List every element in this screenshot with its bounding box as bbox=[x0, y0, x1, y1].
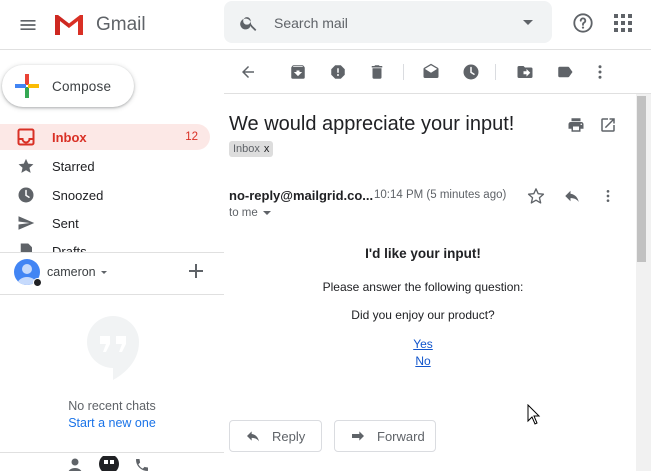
forward-icon bbox=[349, 427, 367, 445]
sidebar-item-sent[interactable]: Sent bbox=[0, 210, 210, 236]
search-bar[interactable] bbox=[224, 1, 552, 43]
archive-icon[interactable] bbox=[288, 62, 308, 82]
hangouts-user-switcher[interactable]: cameron bbox=[14, 258, 214, 286]
sidebar-item-label: Inbox bbox=[52, 129, 87, 145]
divider bbox=[0, 252, 224, 253]
add-icon[interactable] bbox=[188, 263, 204, 279]
print-icon[interactable] bbox=[566, 115, 586, 135]
gmail-logo-text: Gmail bbox=[96, 14, 146, 35]
forward-label: Forward bbox=[377, 428, 425, 444]
remove-label-button[interactable]: x bbox=[264, 143, 270, 155]
sidebar-item-label: Snoozed bbox=[52, 187, 104, 203]
draft-icon bbox=[17, 242, 35, 252]
no-chats-text: No recent chats bbox=[68, 399, 156, 413]
no-link[interactable]: No bbox=[415, 354, 430, 368]
answer-yes-link: Yes bbox=[229, 337, 617, 351]
gmail-logo[interactable]: Gmail bbox=[52, 7, 146, 43]
divider bbox=[0, 294, 224, 295]
unread-count: 12 bbox=[185, 131, 198, 143]
move-to-icon[interactable] bbox=[515, 62, 535, 82]
toolbar-separator bbox=[403, 64, 404, 80]
plus-icon bbox=[14, 73, 40, 99]
divider bbox=[0, 452, 224, 453]
email-body-question: Did you enjoy our product? bbox=[351, 308, 495, 322]
back-arrow-icon[interactable] bbox=[238, 62, 258, 82]
send-icon bbox=[17, 214, 35, 232]
chevron-down-icon bbox=[99, 267, 109, 277]
sidebar-item-snoozed[interactable]: Snoozed bbox=[0, 182, 210, 208]
phone-icon[interactable] bbox=[133, 458, 151, 471]
sidebar-item-label: Drafts bbox=[52, 243, 87, 253]
search-input[interactable] bbox=[274, 12, 514, 34]
open-in-new-window-icon[interactable] bbox=[598, 115, 618, 135]
label-chip[interactable]: Inbox x bbox=[229, 141, 274, 157]
more-vert-icon[interactable] bbox=[590, 62, 610, 82]
help-icon[interactable] bbox=[570, 10, 596, 36]
chevron-down-icon[interactable] bbox=[262, 208, 272, 218]
compose-label: Compose bbox=[52, 78, 112, 94]
sidebar-item-starred[interactable]: Starred bbox=[0, 153, 210, 179]
sidebar-item-label: Starred bbox=[52, 158, 95, 174]
answer-no-link: No bbox=[229, 354, 617, 368]
labels-icon[interactable] bbox=[555, 62, 575, 82]
recipient-details[interactable]: to me bbox=[229, 207, 272, 219]
forward-button[interactable]: Forward bbox=[334, 420, 436, 452]
sidebar-nav: Inbox 12 Starred Snoozed Sent Drafts bbox=[0, 120, 224, 252]
hangouts-user-name: cameron bbox=[47, 265, 96, 279]
search-icon[interactable] bbox=[238, 12, 260, 34]
label-chip-text: Inbox bbox=[233, 143, 260, 155]
mark-unread-icon[interactable] bbox=[421, 62, 441, 82]
report-spam-icon[interactable] bbox=[328, 62, 348, 82]
snooze-icon[interactable] bbox=[461, 62, 481, 82]
reply-button[interactable]: Reply bbox=[229, 420, 322, 452]
recipient-text: to me bbox=[229, 207, 258, 219]
status-dot-icon bbox=[33, 278, 42, 287]
gmail-logo-icon bbox=[52, 12, 86, 38]
scrollbar-thumb[interactable] bbox=[637, 96, 646, 262]
divider bbox=[224, 93, 651, 94]
inbox-icon bbox=[17, 128, 35, 146]
hangouts-icon[interactable] bbox=[98, 456, 120, 471]
delete-icon[interactable] bbox=[367, 62, 387, 82]
sidebar-item-label: Sent bbox=[52, 215, 79, 231]
clock-icon bbox=[17, 186, 35, 204]
start-chat-link[interactable]: Start a new one bbox=[0, 416, 224, 430]
mouse-cursor-icon bbox=[527, 404, 541, 426]
apps-grid-icon[interactable] bbox=[610, 10, 636, 36]
sender-address: no-reply@mailgrid.co... bbox=[229, 188, 373, 203]
yes-link[interactable]: Yes bbox=[413, 337, 433, 351]
person-icon[interactable] bbox=[66, 458, 84, 471]
sender-name: no-reply@mailgrid.co... bbox=[229, 188, 374, 203]
reply-icon[interactable] bbox=[561, 186, 583, 206]
email-body-text: Please answer the following question: bbox=[322, 280, 524, 294]
reply-icon bbox=[244, 427, 262, 445]
star-icon bbox=[17, 157, 35, 175]
chat-bubble-icon bbox=[85, 314, 141, 380]
menu-icon[interactable] bbox=[12, 9, 44, 41]
sidebar-item-inbox[interactable]: Inbox 12 bbox=[0, 124, 210, 150]
email-subject: We would appreciate your input! bbox=[229, 113, 515, 135]
sidebar-item-drafts[interactable]: Drafts bbox=[0, 238, 210, 252]
toolbar-separator bbox=[495, 64, 496, 80]
reply-label: Reply bbox=[272, 428, 306, 444]
more-vert-icon[interactable] bbox=[598, 186, 618, 206]
compose-button[interactable]: Compose bbox=[2, 65, 134, 107]
email-body-heading: I'd like your input! bbox=[365, 246, 481, 261]
email-timestamp: 10:14 PM (5 minutes ago) bbox=[374, 189, 507, 201]
star-icon[interactable] bbox=[526, 186, 546, 206]
search-options-icon[interactable] bbox=[520, 14, 536, 30]
